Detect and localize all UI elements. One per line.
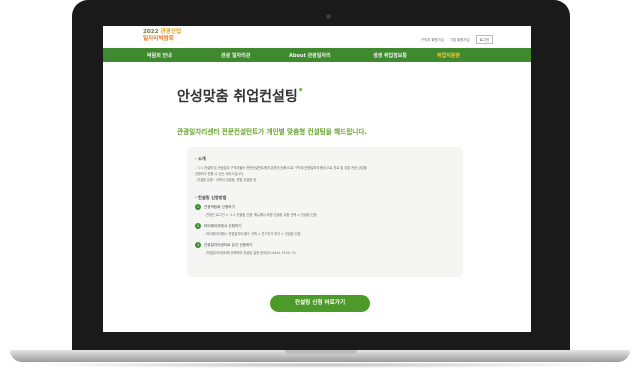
signup-company-link[interactable]: 기업 회원가입 [450, 37, 470, 42]
nav-item-fair-info[interactable]: 박람회 안내 [147, 52, 172, 59]
step-title: 마이페이지에서 신청하기 [204, 224, 242, 228]
step-number-badge: 3 [195, 242, 201, 248]
apply-heading: · 컨설팅 신청방법 [195, 195, 227, 200]
login-button[interactable]: 로그인 [475, 35, 493, 44]
top-header: 2022 관광산업 일자리박람회 구직자 회원가입 기업 회원가입 로그인 [103, 26, 531, 48]
overview-line: - 컨설팅 유형 : 이력서 컨설팅, 면접 컨설팅 등 [195, 178, 257, 182]
nav-item-about[interactable]: About 관광일자리 [289, 52, 331, 59]
utility-links: 구직자 회원가입 기업 회원가입 로그인 [421, 35, 493, 44]
logo-year: 2022 [143, 29, 159, 35]
nav-item-job-info[interactable]: 생생 취업정보통 [373, 52, 407, 59]
step-title: 관광일자리센터로 유선 신청하기 [204, 243, 253, 247]
main-nav: 박람회 안내 관광 일자리관 About 관광일자리 생생 취업정보통 취업지원… [103, 48, 531, 62]
laptop-shadow [20, 362, 620, 368]
step-number-badge: 1 [195, 204, 201, 210]
nav-item-job-support[interactable]: 취업지원관 [437, 52, 460, 59]
title-dot-icon: • [297, 86, 304, 96]
logo-subtitle: 일자리박람회 [143, 35, 174, 42]
page-subtitle: 관광일자리센터 전문컨설턴트가 개인별 맞춤형 컨설팅을 해드립니다. [177, 128, 367, 136]
step-desc: - 마이페이지에서 '관광일자리센터' 선택 > 친구추가 하기 > 컨설팅 신… [204, 232, 301, 236]
info-card: · 소개 - '1:1 컨설팅'은 관광분야 구직자들의 전문컨설턴트에게 온라… [187, 147, 463, 277]
step-title: 관광박람회 신청하기 [204, 205, 235, 209]
webcam-icon [326, 14, 331, 19]
laptop-base-notch [285, 350, 357, 354]
overview-heading: · 소개 [195, 156, 206, 161]
overview-line: - '1:1 컨설팅'은 관광분야 구직자들의 전문컨설턴트에게 온라인(전화)… [195, 166, 367, 170]
step-number-badge: 2 [195, 223, 201, 229]
signup-jobseeker-link[interactable]: 구직자 회원가입 [421, 37, 444, 42]
nav-item-tourism-jobs[interactable]: 관광 일자리관 [221, 52, 250, 59]
page-title: 안성맞춤 취업컨설팅• [177, 86, 304, 106]
consulting-apply-button[interactable]: 컨설팅 신청 바로가기 [270, 295, 370, 312]
overview-line: 신청하고 받을 수 있는 서비스입니다. [195, 172, 245, 176]
site-logo[interactable]: 2022 관광산업 일자리박람회 [143, 29, 181, 42]
page-title-text: 안성맞춤 취업컨설팅 [177, 89, 298, 105]
step-desc: - 관광일자리센터에 연락하여 컨설팅 일정 문의(02-6441-3150~3… [204, 251, 296, 255]
step-desc: - 관광인 로그인 > '1:1 컨설팅 신청' 메뉴에서 희망 컨설팅 유형 … [204, 213, 317, 217]
logo-text: 관광산업 [160, 29, 182, 35]
